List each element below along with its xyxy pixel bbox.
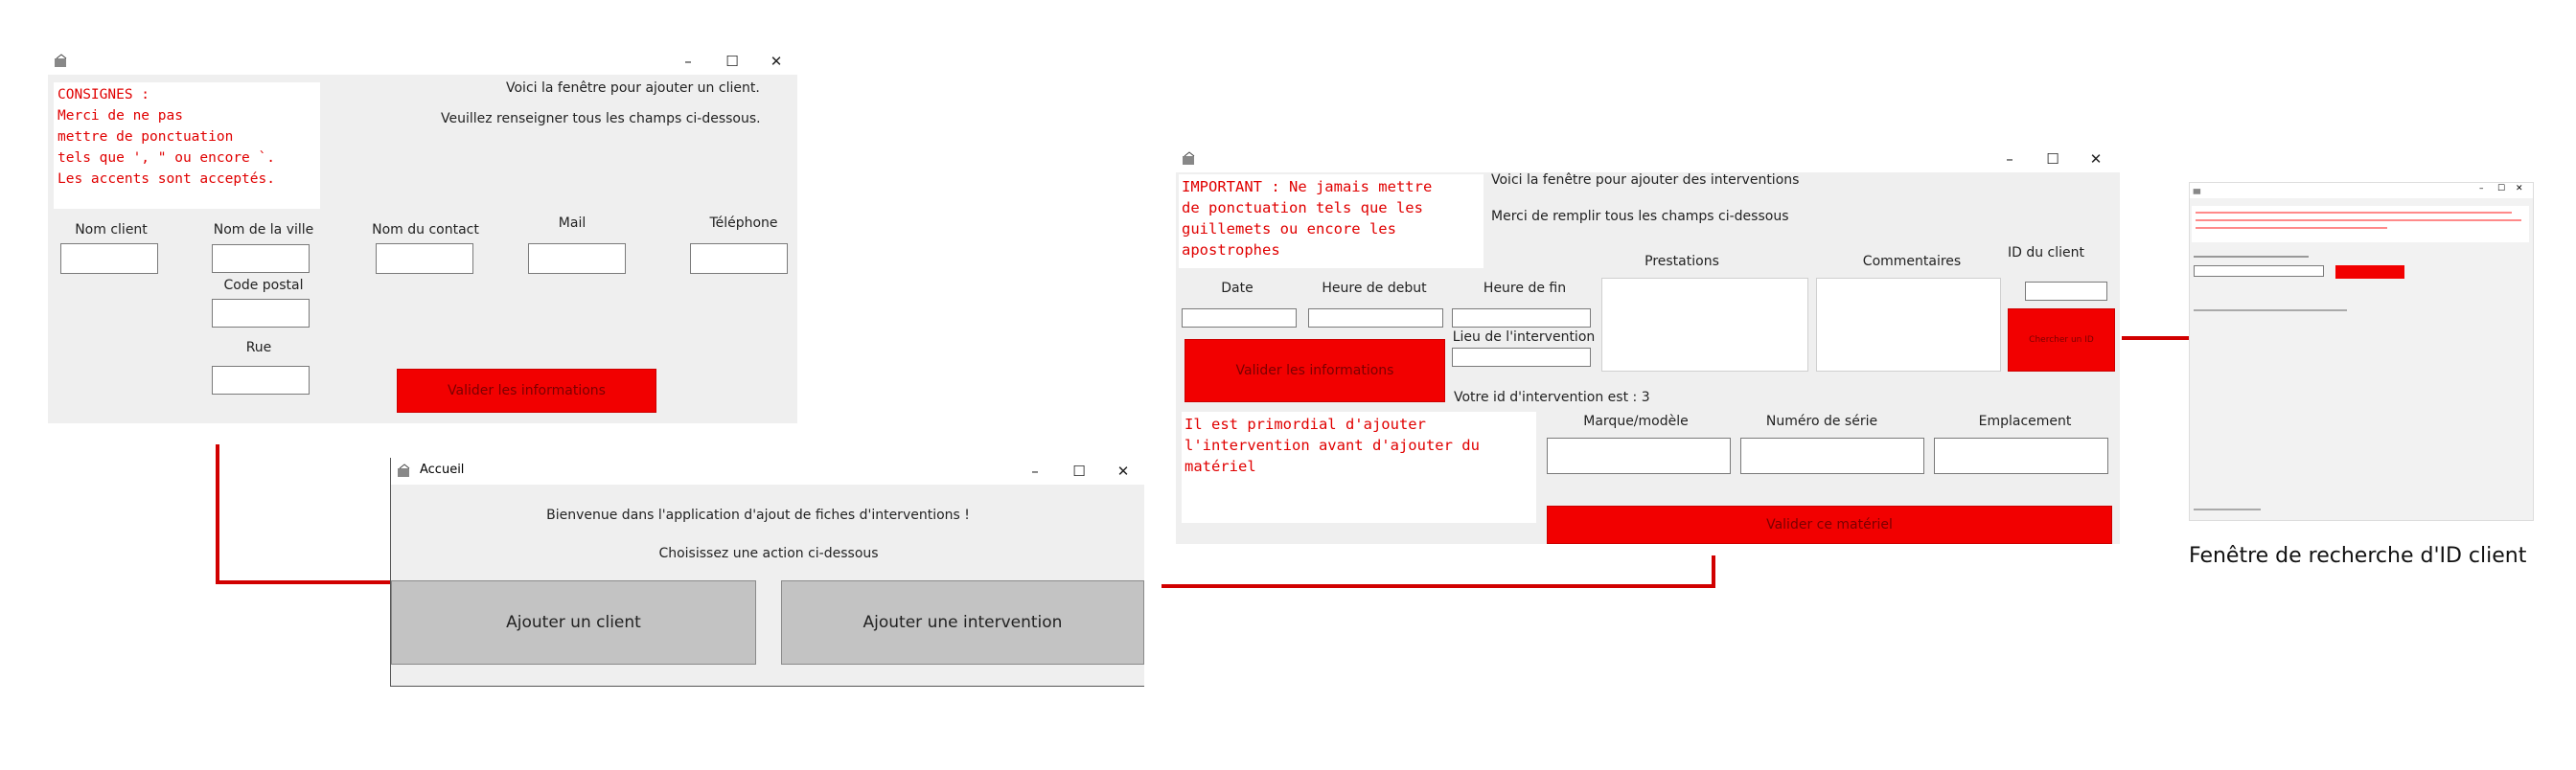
mail-input[interactable] xyxy=(528,243,626,274)
client-titlebar: – ☐ ✕ xyxy=(48,48,797,75)
home-window: Accueil – ☐ ✕ Bienvenue dans l'applicati… xyxy=(390,458,1144,687)
app-icon xyxy=(55,54,67,67)
intervention-id-text: Votre id d'intervention est : 3 xyxy=(1454,390,1650,405)
label-id-client: ID du client xyxy=(2007,245,2085,260)
commentaires-textarea[interactable] xyxy=(1816,278,2001,372)
home-window-title: Accueil xyxy=(420,463,465,477)
app-icon xyxy=(1183,151,1195,165)
maximize-icon[interactable]: ☐ xyxy=(1064,460,1094,483)
search-button[interactable] xyxy=(2335,265,2404,279)
search-notice-line xyxy=(2196,212,2512,214)
id-client-input[interactable] xyxy=(2025,282,2107,301)
search-result xyxy=(2194,309,2347,311)
intro-line-2: Veuillez renseigner tous les champs ci-d… xyxy=(441,111,761,126)
intervention-intro-1: Voici la fenêtre pour ajouter des interv… xyxy=(1491,172,1800,188)
code-postal-input[interactable] xyxy=(212,299,310,328)
heure-debut-input[interactable] xyxy=(1308,308,1443,328)
search-notice xyxy=(2192,206,2529,242)
label-numero-serie: Numéro de série xyxy=(1765,414,1878,429)
prompt-text: Choisissez une action ci-dessous xyxy=(658,546,879,561)
app-icon xyxy=(2193,189,2201,194)
emplacement-input[interactable] xyxy=(1934,438,2108,474)
intervention-intro-2: Merci de remplir tous les champs ci-dess… xyxy=(1491,209,1789,224)
nom-client-input[interactable] xyxy=(60,243,158,274)
label-rue: Rue xyxy=(245,340,272,355)
telephone-input[interactable] xyxy=(690,243,788,274)
label-mail: Mail xyxy=(558,215,586,231)
minimize-icon[interactable]: – xyxy=(1020,460,1050,483)
nom-contact-input[interactable] xyxy=(376,243,473,274)
nom-ville-input[interactable] xyxy=(212,244,310,273)
add-intervention-button[interactable]: Ajouter une intervention xyxy=(781,580,1144,665)
date-input[interactable] xyxy=(1182,308,1297,328)
client-window: – ☐ ✕ CONSIGNES : Merci de ne pas mettre… xyxy=(48,48,797,423)
search-titlebar: – ☐ ✕ xyxy=(2190,183,2533,198)
add-client-button[interactable]: Ajouter un client xyxy=(391,580,756,665)
label-nom-contact: Nom du contact xyxy=(372,222,479,238)
minimize-icon[interactable]: – xyxy=(2479,184,2484,193)
label-heure-debut: Heure de debut xyxy=(1322,281,1427,296)
label-code-postal: Code postal xyxy=(223,278,304,293)
close-icon[interactable]: ✕ xyxy=(1108,460,1138,483)
close-icon[interactable]: ✕ xyxy=(2081,147,2111,170)
search-notice-line xyxy=(2196,219,2521,221)
label-prestations: Prestations xyxy=(1644,254,1719,269)
close-icon[interactable]: ✕ xyxy=(761,50,792,73)
connector-client-horizontal xyxy=(216,580,390,584)
search-input[interactable] xyxy=(2194,265,2324,277)
maximize-icon[interactable]: ☐ xyxy=(2037,147,2068,170)
submit-material-button[interactable]: Valider ce matériel xyxy=(1547,506,2112,544)
maximize-icon[interactable]: ☐ xyxy=(2497,184,2505,193)
label-marque: Marque/modèle xyxy=(1583,414,1689,429)
minimize-icon[interactable]: – xyxy=(1994,147,2025,170)
rue-input[interactable] xyxy=(212,366,310,395)
submit-info-button[interactable]: Valider les informations xyxy=(1184,339,1445,402)
maximize-icon[interactable]: ☐ xyxy=(717,50,748,73)
label-telephone: Téléphone xyxy=(709,215,778,231)
warning-text: Il est primordial d'ajouter l'interventi… xyxy=(1182,412,1536,523)
search-window: – ☐ ✕ xyxy=(2189,182,2534,521)
connector-intervention-horizontal xyxy=(1162,584,1715,588)
search-window-caption: Fenêtre de recherche d'ID client xyxy=(2189,544,2527,568)
intervention-window: – ☐ ✕ IMPORTANT : Ne jamais mettre de po… xyxy=(1176,146,2120,544)
numero-serie-input[interactable] xyxy=(1740,438,1924,474)
label-lieu: Lieu de l'intervention xyxy=(1452,329,1596,345)
intervention-titlebar: – ☐ ✕ xyxy=(1176,146,2120,172)
heure-fin-input[interactable] xyxy=(1452,308,1591,328)
intro-line-1: Voici la fenêtre pour ajouter un client. xyxy=(506,80,760,96)
home-titlebar: Accueil – ☐ ✕ xyxy=(391,458,1144,485)
welcome-text: Bienvenue dans l'application d'ajout de … xyxy=(546,508,970,523)
label-emplacement: Emplacement xyxy=(1978,414,2072,429)
label-heure-fin: Heure de fin xyxy=(1483,281,1567,296)
connector-client-vertical xyxy=(216,444,219,584)
important-notice: IMPORTANT : Ne jamais mettre de ponctuat… xyxy=(1179,174,1484,268)
marque-input[interactable] xyxy=(1547,438,1731,474)
label-nom-client: Nom client xyxy=(75,222,148,238)
submit-client-button[interactable]: Valider les informations xyxy=(397,369,656,413)
close-icon[interactable]: ✕ xyxy=(2516,184,2523,193)
connector-search xyxy=(2122,336,2189,340)
minimize-icon[interactable]: – xyxy=(673,50,703,73)
search-notice-line xyxy=(2196,227,2387,229)
label-nom-ville: Nom de la ville xyxy=(213,222,314,238)
search-label xyxy=(2194,256,2309,258)
label-date: Date xyxy=(1221,281,1254,296)
lieu-input[interactable] xyxy=(1452,348,1591,367)
search-id-button[interactable]: Chercher un ID xyxy=(2008,308,2115,372)
prestations-textarea[interactable] xyxy=(1601,278,1808,372)
connector-intervention-vertical xyxy=(1712,555,1715,588)
label-commentaires: Commentaires xyxy=(1862,254,1962,269)
search-footer xyxy=(2194,509,2261,510)
instructions-text: CONSIGNES : Merci de ne pas mettre de po… xyxy=(54,82,320,209)
app-icon xyxy=(398,464,410,477)
